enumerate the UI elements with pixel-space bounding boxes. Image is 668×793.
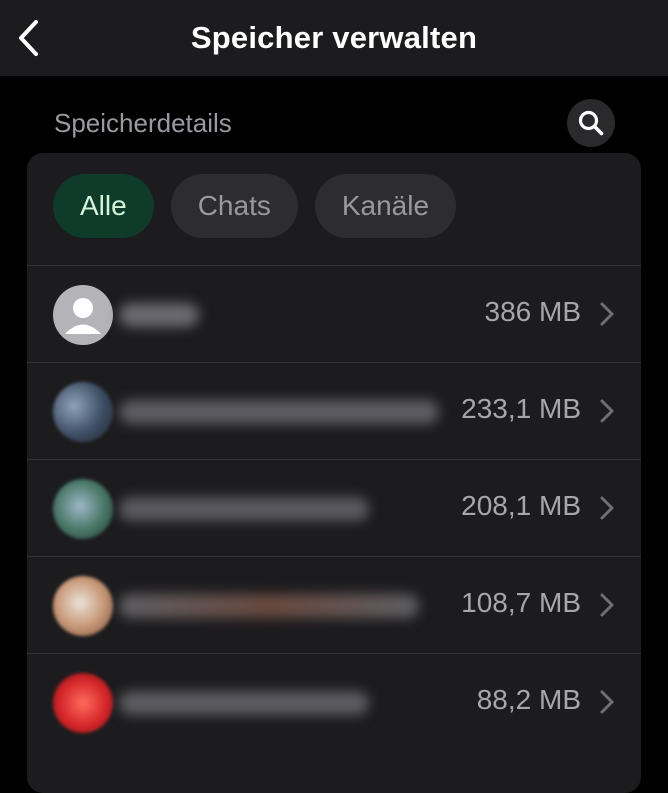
avatar [53,285,113,345]
chat-name-redacted [119,594,419,618]
chat-row[interactable]: 208,1 MB [27,459,641,556]
chat-name-redacted [119,303,199,327]
chat-list: 386 MB 233,1 MB 208,1 MB 108,7 MB 88,2 M… [27,265,641,750]
chat-size: 233,1 MB [461,393,581,424]
chevron-right-icon [600,593,614,617]
section-header: Speicherdetails [0,98,668,150]
chat-row[interactable]: 108,7 MB [27,556,641,653]
chat-row[interactable]: 88,2 MB [27,653,641,750]
chat-name-redacted [119,400,439,424]
chat-size: 108,7 MB [461,587,581,618]
chevron-right-icon [600,496,614,520]
avatar [53,576,113,636]
nav-bar: Speicher verwalten [0,0,668,76]
filter-chips: Alle Chats Kanäle [53,174,457,238]
avatar [53,382,113,442]
chat-name-redacted [119,497,369,521]
avatar [53,673,113,733]
chat-size: 386 MB [484,296,582,327]
chat-name-redacted [119,691,369,715]
search-icon [578,110,604,136]
section-title: Speicherdetails [54,108,232,138]
chevron-right-icon [600,302,614,326]
chat-row[interactable]: 233,1 MB [27,362,641,459]
page-title: Speicher verwalten [190,20,478,55]
avatar [53,479,113,539]
filter-chip-all[interactable]: Alle [53,174,154,238]
back-button[interactable] [12,18,44,58]
storage-card: Alle Chats Kanäle 386 MB 233,1 MB 208,1 … [27,153,641,793]
chat-size: 88,2 MB [476,684,581,715]
chevron-left-icon [19,20,38,56]
chat-size: 208,1 MB [461,490,581,521]
chevron-right-icon [600,399,614,423]
filter-chip-chats[interactable]: Chats [170,174,298,238]
chat-row[interactable]: 386 MB [27,265,641,362]
chevron-right-icon [600,690,614,714]
search-button[interactable] [567,99,615,147]
filter-chip-channels[interactable]: Kanäle [314,174,457,238]
person-icon [65,298,101,334]
